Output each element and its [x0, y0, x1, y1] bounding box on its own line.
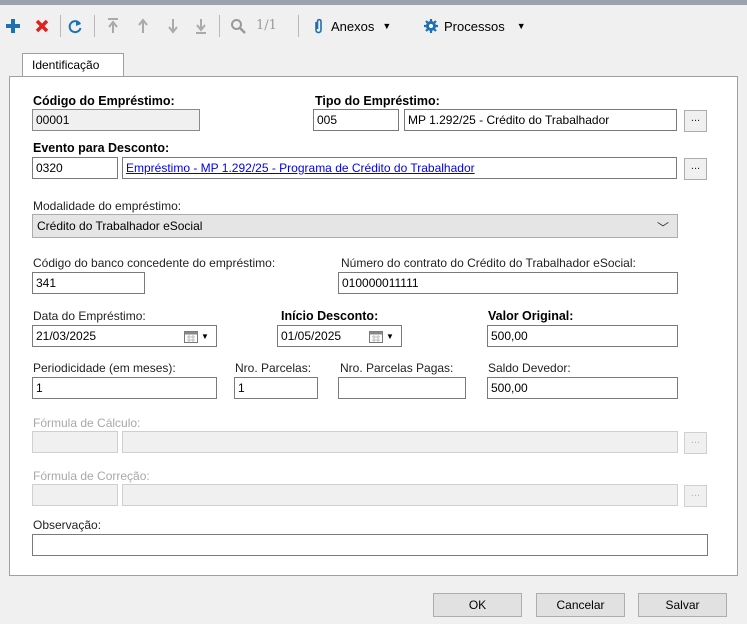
inicio-label: Início Desconto: [281, 309, 379, 323]
valor-field[interactable]: 500,00 [487, 325, 678, 347]
move-last-icon[interactable] [192, 15, 210, 37]
formula-correcao-code-field [32, 484, 118, 506]
toolbar-separator [298, 15, 299, 37]
parcelas-label: Nro. Parcelas: [235, 361, 312, 375]
processos-label: Processos [444, 18, 505, 34]
ok-button[interactable]: OK [433, 593, 522, 617]
toolbar-separator [219, 15, 220, 37]
chevron-down-icon: ▼ [382, 21, 392, 31]
observacao-field[interactable] [32, 534, 708, 556]
evento-lookup-button[interactable]: ... [684, 158, 707, 180]
data-label: Data do Empréstimo: [33, 309, 146, 323]
evento-code-field[interactable]: 0320 [32, 157, 118, 179]
evento-desc-link[interactable]: Empréstimo - MP 1.292/25 - Programa de C… [126, 161, 475, 175]
calendar-icon[interactable]: ▼ [184, 328, 214, 344]
pagas-label: Nro. Parcelas Pagas: [340, 361, 454, 375]
toolbar: 1/1 Anexos ▼ Processos ▼ [0, 5, 747, 43]
tipo-code-field[interactable]: 005 [313, 109, 399, 131]
cancel-button[interactable]: Cancelar [536, 593, 625, 617]
save-button[interactable]: Salvar [638, 593, 727, 617]
move-down-icon[interactable] [164, 15, 182, 37]
anexos-button[interactable]: Anexos ▼ [312, 15, 412, 37]
formula-correcao-lookup-button: ... [684, 485, 707, 507]
toolbar-separator [60, 15, 61, 37]
processos-button[interactable]: Processos ▼ [424, 15, 554, 37]
refresh-icon[interactable] [64, 15, 86, 37]
inicio-value: 01/05/2025 [281, 329, 342, 343]
observacao-label: Observação: [33, 518, 102, 532]
tipo-label: Tipo do Empréstimo: [315, 94, 440, 108]
move-up-icon[interactable] [134, 15, 152, 37]
formula-calculo-lookup-button: ... [684, 432, 707, 454]
tipo-lookup-button[interactable]: ... [684, 110, 707, 132]
modalidade-select[interactable]: Crédito do Trabalhador eSocial ﹀ [32, 214, 678, 238]
chevron-down-icon: ﹀ [656, 221, 669, 235]
data-field[interactable]: 21/03/2025 ▼ [32, 325, 217, 347]
pager-text: 1/1 [256, 18, 277, 33]
anexos-label: Anexos [331, 18, 375, 34]
gear-icon [424, 19, 438, 33]
saldo-label: Saldo Devedor: [488, 361, 571, 375]
modalidade-value: Crédito do Trabalhador eSocial [37, 219, 203, 233]
contrato-label: Número do contrato do Crédito do Trabalh… [341, 256, 636, 270]
paperclip-icon [315, 18, 322, 34]
toolbar-separator [94, 15, 95, 37]
data-value: 21/03/2025 [36, 329, 97, 343]
valor-label: Valor Original: [488, 309, 574, 323]
pagas-field[interactable] [338, 377, 466, 399]
evento-desc-field[interactable]: Empréstimo - MP 1.292/25 - Programa de C… [122, 157, 677, 179]
codigo-field[interactable]: 00001 [32, 109, 200, 131]
codigo-label: Código do Empréstimo: [33, 94, 175, 108]
delete-icon[interactable] [33, 15, 51, 37]
chevron-down-icon: ▼ [516, 21, 526, 31]
parcelas-field[interactable]: 1 [234, 377, 318, 399]
formula-calculo-desc-field [122, 431, 678, 453]
tipo-desc-field[interactable]: MP 1.292/25 - Crédito do Trabalhador [404, 109, 677, 131]
formula-correcao-desc-field [122, 484, 678, 506]
plus-icon[interactable] [4, 15, 22, 37]
calendar-icon[interactable]: ▼ [369, 328, 399, 344]
banco-label: Código do banco concedente do empréstimo… [33, 256, 276, 270]
tab-identificacao[interactable]: Identificação [22, 53, 124, 77]
contrato-field[interactable]: 010000011111 [338, 272, 678, 294]
formula-calculo-label: Fórmula de Cálculo: [33, 416, 141, 430]
saldo-field[interactable]: 500,00 [487, 377, 678, 399]
periodicidade-field[interactable]: 1 [32, 377, 217, 399]
periodicidade-label: Periodicidade (em meses): [33, 361, 176, 375]
inicio-field[interactable]: 01/05/2025 ▼ [277, 325, 402, 347]
modalidade-label: Modalidade do empréstimo: [33, 199, 182, 213]
move-first-icon[interactable] [104, 15, 122, 37]
evento-label: Evento para Desconto: [33, 141, 170, 155]
search-icon[interactable] [228, 15, 248, 37]
formula-calculo-code-field [32, 431, 118, 453]
banco-field[interactable]: 341 [32, 272, 145, 294]
formula-correcao-label: Fórmula de Correção: [33, 469, 150, 483]
